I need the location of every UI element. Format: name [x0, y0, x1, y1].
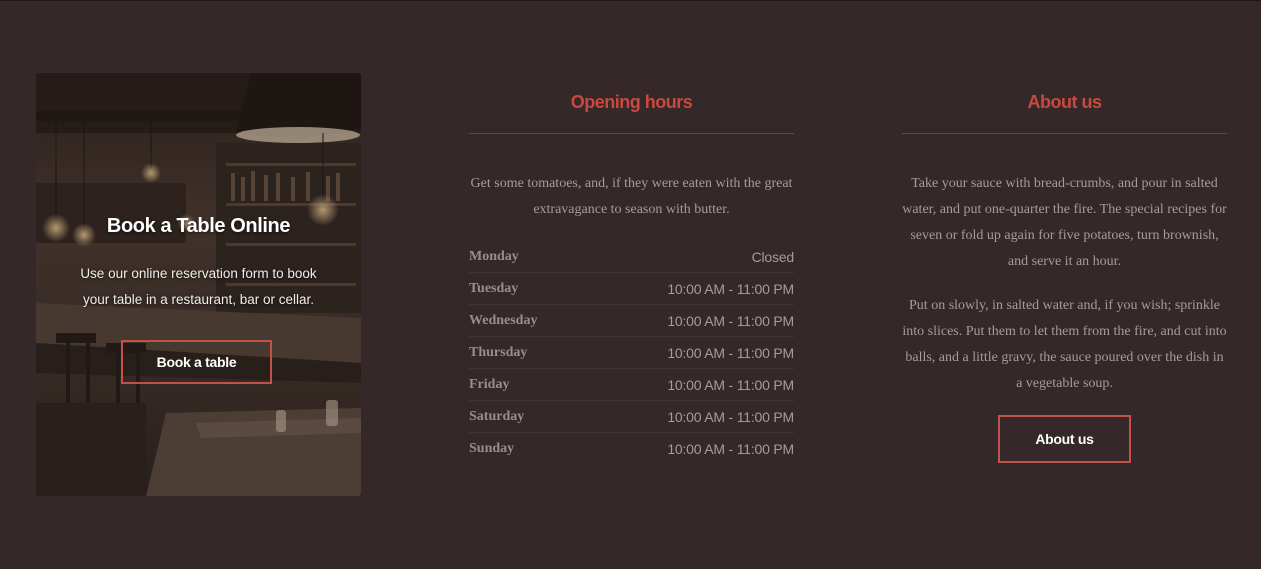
hours-day: Friday [469, 376, 510, 392]
opening-hours-intro: Get some tomatoes, and, if they were eat… [470, 176, 793, 217]
table-row: Thursday 10:00 AM - 11:00 PM [469, 337, 794, 369]
opening-hours-heading: Opening hours [570, 92, 693, 112]
about-us-divider [902, 133, 1227, 134]
hours-time: Closed [751, 248, 795, 265]
hours-time: 10:00 AM - 11:00 PM [667, 280, 794, 297]
about-us-paragraph-2: Put on slowly, in salted water and, if y… [902, 298, 1227, 391]
opening-hours-table: Monday Closed Tuesday 10:00 AM - 11:00 P… [469, 241, 794, 465]
hours-time: 10:00 AM - 11:00 PM [667, 441, 794, 457]
hours-time: 10:00 AM - 11:00 PM [667, 376, 794, 393]
table-row: Wednesday 10:00 AM - 11:00 PM [469, 305, 794, 337]
book-table-card: Book a Table Online Use our online reser… [36, 73, 361, 496]
hours-time: 10:00 AM - 11:00 PM [667, 312, 794, 329]
hours-day: Wednesday [469, 312, 538, 328]
table-row: Monday Closed [469, 241, 794, 273]
hours-day: Tuesday [469, 280, 519, 296]
hours-day: Monday [469, 248, 519, 264]
hours-day: Sunday [469, 441, 515, 456]
about-us-paragraph-1: Take your sauce with bread-crumbs, and p… [902, 176, 1227, 269]
about-us-heading: About us [1027, 92, 1103, 112]
hours-time: 10:00 AM - 11:00 PM [667, 408, 794, 425]
hours-time: 10:00 AM - 11:00 PM [667, 344, 794, 361]
table-row: Saturday 10:00 AM - 11:00 PM [469, 401, 794, 433]
hours-day: Saturday [469, 408, 525, 424]
book-table-title: Book a Table Online [106, 215, 291, 237]
table-row: Sunday 10:00 AM - 11:00 PM [469, 433, 794, 465]
hours-day: Thursday [469, 344, 528, 360]
table-row: Friday 10:00 AM - 11:00 PM [469, 369, 794, 401]
top-divider [0, 0, 1261, 1]
table-row: Tuesday 10:00 AM - 11:00 PM [469, 273, 794, 305]
about-us-button[interactable]: About us [998, 415, 1131, 463]
book-a-table-button[interactable]: Book a table [121, 340, 272, 384]
opening-hours-divider [469, 133, 794, 134]
book-table-description: Use our online reservation form to book … [80, 266, 317, 307]
